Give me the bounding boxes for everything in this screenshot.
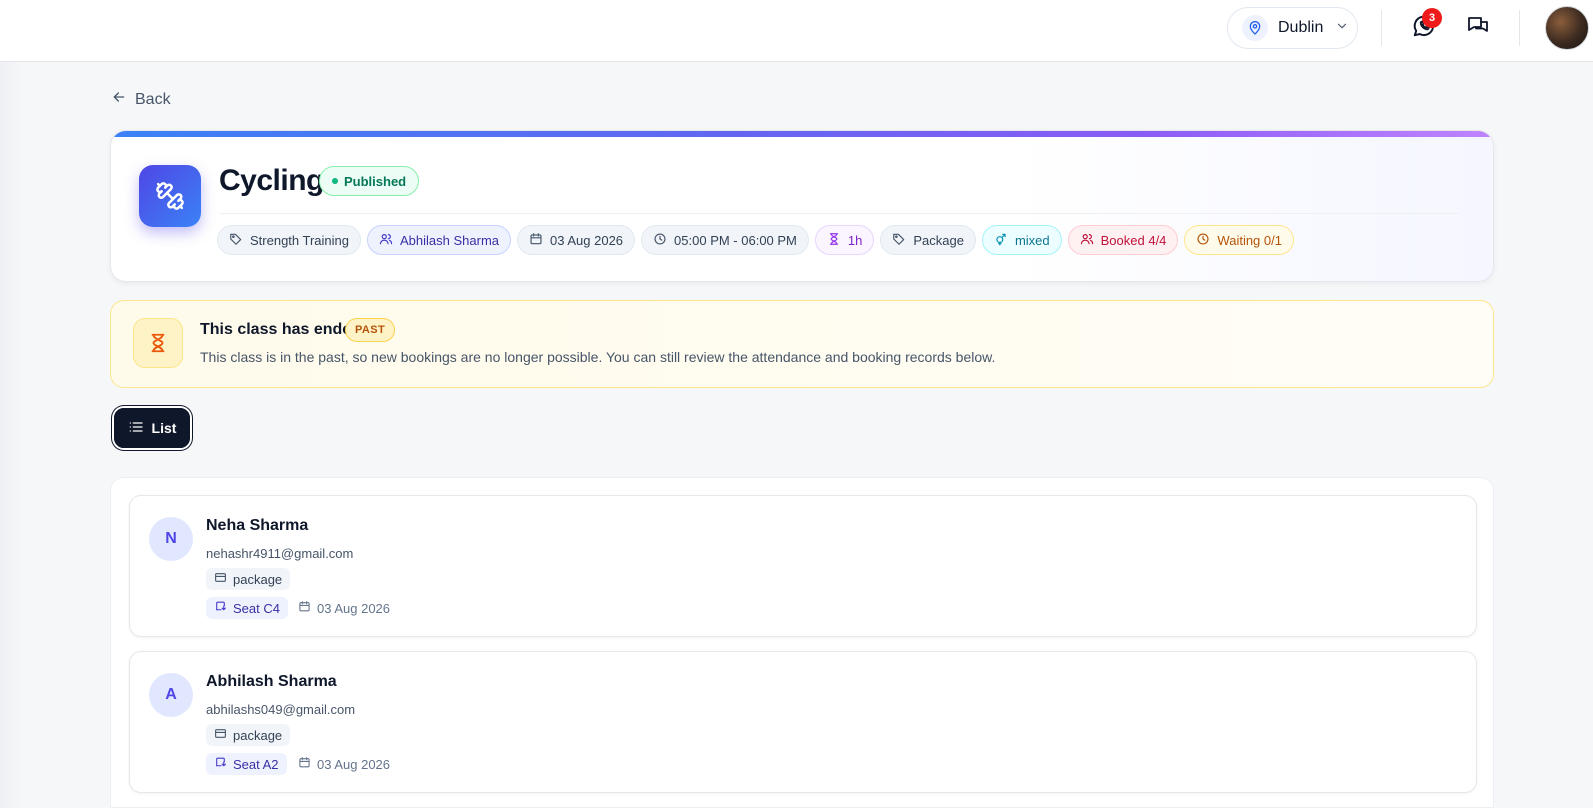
notice-title: This class has ended bbox=[200, 321, 361, 338]
arrow-left-icon bbox=[111, 89, 127, 110]
waiting-chip: Waiting 0/1 bbox=[1184, 225, 1294, 255]
class-title: Cycling bbox=[219, 164, 324, 197]
plan-badge: package bbox=[206, 568, 291, 590]
users-icon bbox=[379, 232, 393, 249]
list-view-button[interactable]: List bbox=[112, 406, 192, 450]
status-badge: Published bbox=[319, 166, 420, 196]
clock-icon bbox=[1196, 232, 1210, 249]
booking-card[interactable]: N Neha Sharma nehashr4911@gmail.com pack… bbox=[129, 495, 1477, 637]
avatar: N bbox=[149, 517, 193, 561]
list-icon bbox=[128, 419, 144, 438]
gender-icon bbox=[994, 232, 1008, 249]
chevron-down-icon bbox=[1335, 19, 1349, 38]
tag-icon bbox=[229, 232, 243, 249]
gender-chip: mixed bbox=[981, 225, 1062, 255]
seat-icon bbox=[214, 600, 227, 616]
notification-count-badge: 3 bbox=[1422, 8, 1442, 28]
time-chip: 05:00 PM - 06:00 PM bbox=[641, 225, 809, 255]
class-ended-notice: This class has ended PAST This class is … bbox=[110, 300, 1494, 388]
seat-icon bbox=[214, 756, 227, 772]
past-badge: PAST bbox=[345, 318, 396, 342]
booking-date: 03 Aug 2026 bbox=[298, 753, 390, 775]
calendar-icon bbox=[298, 600, 311, 616]
users-icon bbox=[1080, 232, 1094, 249]
location-selector[interactable]: Dublin bbox=[1227, 7, 1358, 49]
notice-description: This class is in the past, so new bookin… bbox=[200, 349, 996, 365]
location-label: Dublin bbox=[1278, 19, 1324, 36]
map-pin-icon bbox=[1242, 15, 1268, 41]
class-meta-chips: Strength Training Abhilash Sharma 03 Aug… bbox=[217, 225, 1294, 255]
back-label: Back bbox=[135, 90, 171, 108]
dumbbell-icon bbox=[139, 165, 201, 227]
duration-chip: 1h bbox=[814, 225, 875, 255]
booked-chip: Booked 4/4 bbox=[1067, 225, 1179, 255]
user-avatar[interactable] bbox=[1545, 6, 1589, 50]
booking-card[interactable]: A Abhilash Sharma abhilashs049@gmail.com… bbox=[129, 651, 1477, 793]
instructor-chip: Abhilash Sharma bbox=[367, 225, 512, 255]
member-email: nehashr4911@gmail.com bbox=[206, 546, 354, 561]
seat-badge: Seat A2 bbox=[206, 753, 287, 775]
top-bar: Dublin 3 bbox=[0, 0, 1593, 62]
plan-badge: package bbox=[206, 724, 291, 746]
messages-button[interactable] bbox=[1464, 14, 1492, 42]
card-icon bbox=[214, 571, 227, 587]
bookings-list: N Neha Sharma nehashr4911@gmail.com pack… bbox=[110, 477, 1494, 808]
calendar-icon bbox=[529, 232, 543, 249]
chat-icon bbox=[1466, 14, 1490, 43]
calendar-icon bbox=[298, 756, 311, 772]
status-label: Published bbox=[344, 173, 407, 189]
back-link[interactable]: Back bbox=[111, 89, 171, 110]
member-name: Neha Sharma bbox=[206, 517, 309, 534]
booking-date: 03 Aug 2026 bbox=[298, 597, 390, 619]
clock-icon bbox=[653, 232, 667, 249]
sidebar-edge bbox=[0, 62, 22, 808]
status-dot bbox=[332, 178, 338, 184]
card-icon bbox=[214, 727, 227, 743]
hourglass-icon bbox=[133, 318, 183, 368]
category-chip: Strength Training bbox=[217, 225, 362, 255]
class-header-card: Cycling Published Strength Training Abhi… bbox=[110, 130, 1494, 282]
hourglass-icon bbox=[827, 232, 841, 249]
member-name: Abhilash Sharma bbox=[206, 673, 337, 690]
divider bbox=[1381, 10, 1382, 46]
member-email: abhilashs049@gmail.com bbox=[206, 702, 356, 717]
type-chip: Package bbox=[880, 225, 976, 255]
seat-badge: Seat C4 bbox=[206, 597, 288, 619]
avatar: A bbox=[149, 673, 193, 717]
divider bbox=[1519, 10, 1520, 46]
list-label: List bbox=[151, 420, 177, 436]
date-chip: 03 Aug 2026 bbox=[517, 225, 636, 255]
tag-icon bbox=[892, 232, 906, 249]
